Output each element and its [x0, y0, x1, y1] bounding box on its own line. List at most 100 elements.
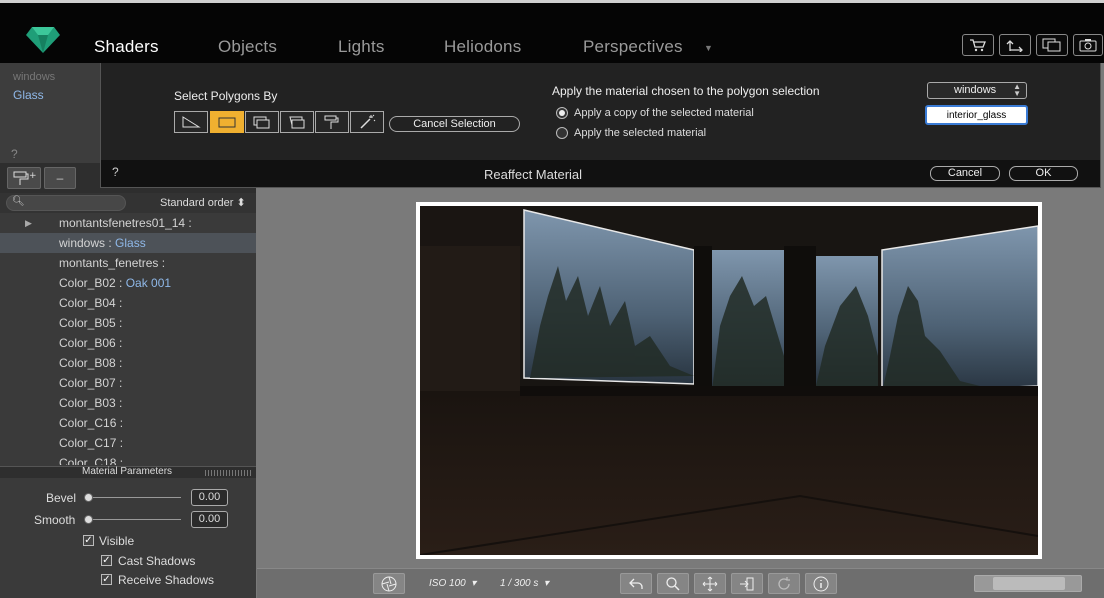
help-button[interactable]: ?: [11, 147, 18, 161]
camera-button[interactable]: [1073, 34, 1103, 56]
ok-button[interactable]: OK: [1009, 166, 1078, 181]
apply-copy-radio[interactable]: [556, 107, 568, 119]
list-item[interactable]: Color_C17 :: [0, 433, 256, 453]
magic-wand-icon: [360, 114, 376, 129]
material-dropdown[interactable]: windows ▲ ▼: [927, 82, 1027, 99]
object-list: ▶ montantsfenetres01_14 : windows : Glass m…: [0, 213, 256, 465]
list-item[interactable]: Color_B03 :: [0, 393, 256, 413]
svg-text:+: +: [29, 171, 36, 181]
resize-grip[interactable]: [205, 470, 251, 476]
app-logo-gem-icon[interactable]: [26, 25, 60, 53]
aperture-button[interactable]: [373, 573, 405, 594]
multi-window-icon: [1042, 38, 1061, 52]
iso-select[interactable]: ISO 100 ▾: [429, 578, 476, 589]
list-item-name: Color_B08 :: [59, 356, 123, 370]
list-item[interactable]: ▶ montantsfenetres01_14 :: [0, 213, 256, 233]
select-by-triangle-button[interactable]: [174, 111, 208, 133]
list-item[interactable]: Color_B04 :: [0, 293, 256, 313]
horizontal-scrollbar[interactable]: [974, 575, 1082, 592]
expand-triangle-icon[interactable]: ▶: [25, 213, 32, 233]
add-paint-button[interactable]: +: [7, 167, 41, 189]
list-item[interactable]: Color_C16 :: [0, 413, 256, 433]
cart-button[interactable]: [962, 34, 994, 56]
list-item[interactable]: Color_B02 : Oak 001: [0, 273, 256, 293]
tab-heliodons[interactable]: Heliodons: [444, 37, 521, 57]
selected-material-label[interactable]: Glass: [13, 88, 44, 102]
select-polygons-label: Select Polygons By: [174, 89, 278, 103]
apply-copy-label[interactable]: Apply a copy of the selected material: [574, 107, 754, 119]
windows-button[interactable]: [1036, 34, 1068, 56]
apply-selected-radio[interactable]: [556, 127, 568, 139]
list-item-name: montants_fenetres :: [59, 256, 166, 270]
list-item[interactable]: windows : Glass: [0, 233, 256, 253]
remove-button[interactable]: –: [44, 167, 76, 189]
list-item[interactable]: Color_B06 :: [0, 333, 256, 353]
search-input[interactable]: 🔍︎: [6, 195, 126, 211]
face-select-icon: [218, 117, 236, 128]
tab-objects[interactable]: Objects: [218, 37, 277, 57]
object-select-icon: [253, 116, 270, 129]
list-item[interactable]: Color_B08 :: [0, 353, 256, 373]
export-button[interactable]: [999, 34, 1031, 56]
search-row: 🔍︎ Standard order ⬍: [0, 193, 256, 213]
list-item-material: Glass: [115, 236, 146, 250]
dialog-title: Reaffect Material: [484, 167, 583, 182]
list-item[interactable]: Color_C18 :: [0, 453, 256, 465]
select-by-wand-button[interactable]: [350, 111, 384, 133]
apply-selected-label[interactable]: Apply the selected material: [574, 127, 706, 139]
select-by-face-button[interactable]: [210, 111, 244, 133]
bevel-value[interactable]: 0.00: [191, 489, 228, 506]
select-by-object-button[interactable]: [245, 111, 279, 133]
sort-order-select[interactable]: Standard order ⬍: [160, 196, 246, 209]
tab-shaders[interactable]: Shaders: [94, 37, 159, 57]
zoom-button[interactable]: [657, 573, 689, 594]
cancel-button[interactable]: Cancel: [930, 166, 1000, 181]
paint-roller-icon: [324, 115, 339, 129]
cast-shadows-label: Cast Shadows: [118, 554, 196, 568]
pan-button[interactable]: [694, 573, 726, 594]
shutter-select[interactable]: 1 / 300 s ▾: [500, 578, 549, 589]
select-by-material-button[interactable]: [280, 111, 314, 133]
rotate-button[interactable]: [768, 573, 800, 594]
bevel-slider-knob[interactable]: [84, 493, 93, 502]
render-viewport[interactable]: [416, 202, 1042, 559]
smooth-value[interactable]: 0.00: [191, 511, 228, 528]
tab-perspectives[interactable]: Perspectives: [583, 37, 683, 57]
cancel-selection-button[interactable]: Cancel Selection: [389, 116, 520, 132]
rotate-icon: [778, 576, 790, 590]
list-item-name: Color_B03 :: [59, 396, 123, 410]
smooth-slider[interactable]: [88, 519, 181, 520]
select-by-paint-button[interactable]: [315, 111, 349, 133]
info-button[interactable]: [805, 573, 837, 594]
smooth-label: Smooth: [34, 513, 76, 527]
zoom-icon: [666, 576, 680, 591]
list-item-name: Color_B04 :: [59, 296, 123, 310]
enter-view-button[interactable]: [731, 573, 763, 594]
list-item-material: Oak 001: [125, 276, 172, 290]
info-icon: [813, 576, 829, 591]
visible-checkbox[interactable]: ✓: [83, 535, 94, 546]
material-name-input[interactable]: [925, 105, 1028, 125]
parent-material-label[interactable]: windows: [13, 71, 55, 83]
list-item-name: Color_C17 :: [59, 436, 124, 450]
tab-lights[interactable]: Lights: [338, 37, 385, 57]
receive-shadows-checkbox[interactable]: ✓: [101, 574, 112, 585]
reaffect-material-dialog: Select Polygons By Cancel Selection Appl…: [100, 63, 1101, 188]
cart-icon: [970, 39, 986, 52]
list-item[interactable]: Color_B05 :: [0, 313, 256, 333]
perspectives-dropdown-icon[interactable]: ▼: [704, 43, 713, 53]
dialog-footer: ? Reaffect Material Cancel OK: [101, 160, 1100, 187]
smooth-slider-knob[interactable]: [84, 515, 93, 524]
dialog-help-button[interactable]: ?: [112, 165, 119, 179]
undo-button[interactable]: [620, 573, 652, 594]
paint-roller-icon: +: [13, 171, 36, 185]
scrollbar-thumb[interactable]: [993, 577, 1065, 590]
receive-shadows-label: Receive Shadows: [118, 573, 215, 587]
cast-shadows-checkbox[interactable]: ✓: [101, 555, 112, 566]
render-toolbar: ISO 100 ▾ 1 / 300 s ▾: [257, 568, 1104, 598]
material-parameters-header[interactable]: Material Parameters: [0, 466, 256, 478]
bevel-slider[interactable]: [88, 497, 181, 498]
list-item[interactable]: Color_B07 :: [0, 373, 256, 393]
list-item[interactable]: montants_fenetres :: [0, 253, 256, 273]
visible-label: Visible: [99, 534, 135, 548]
